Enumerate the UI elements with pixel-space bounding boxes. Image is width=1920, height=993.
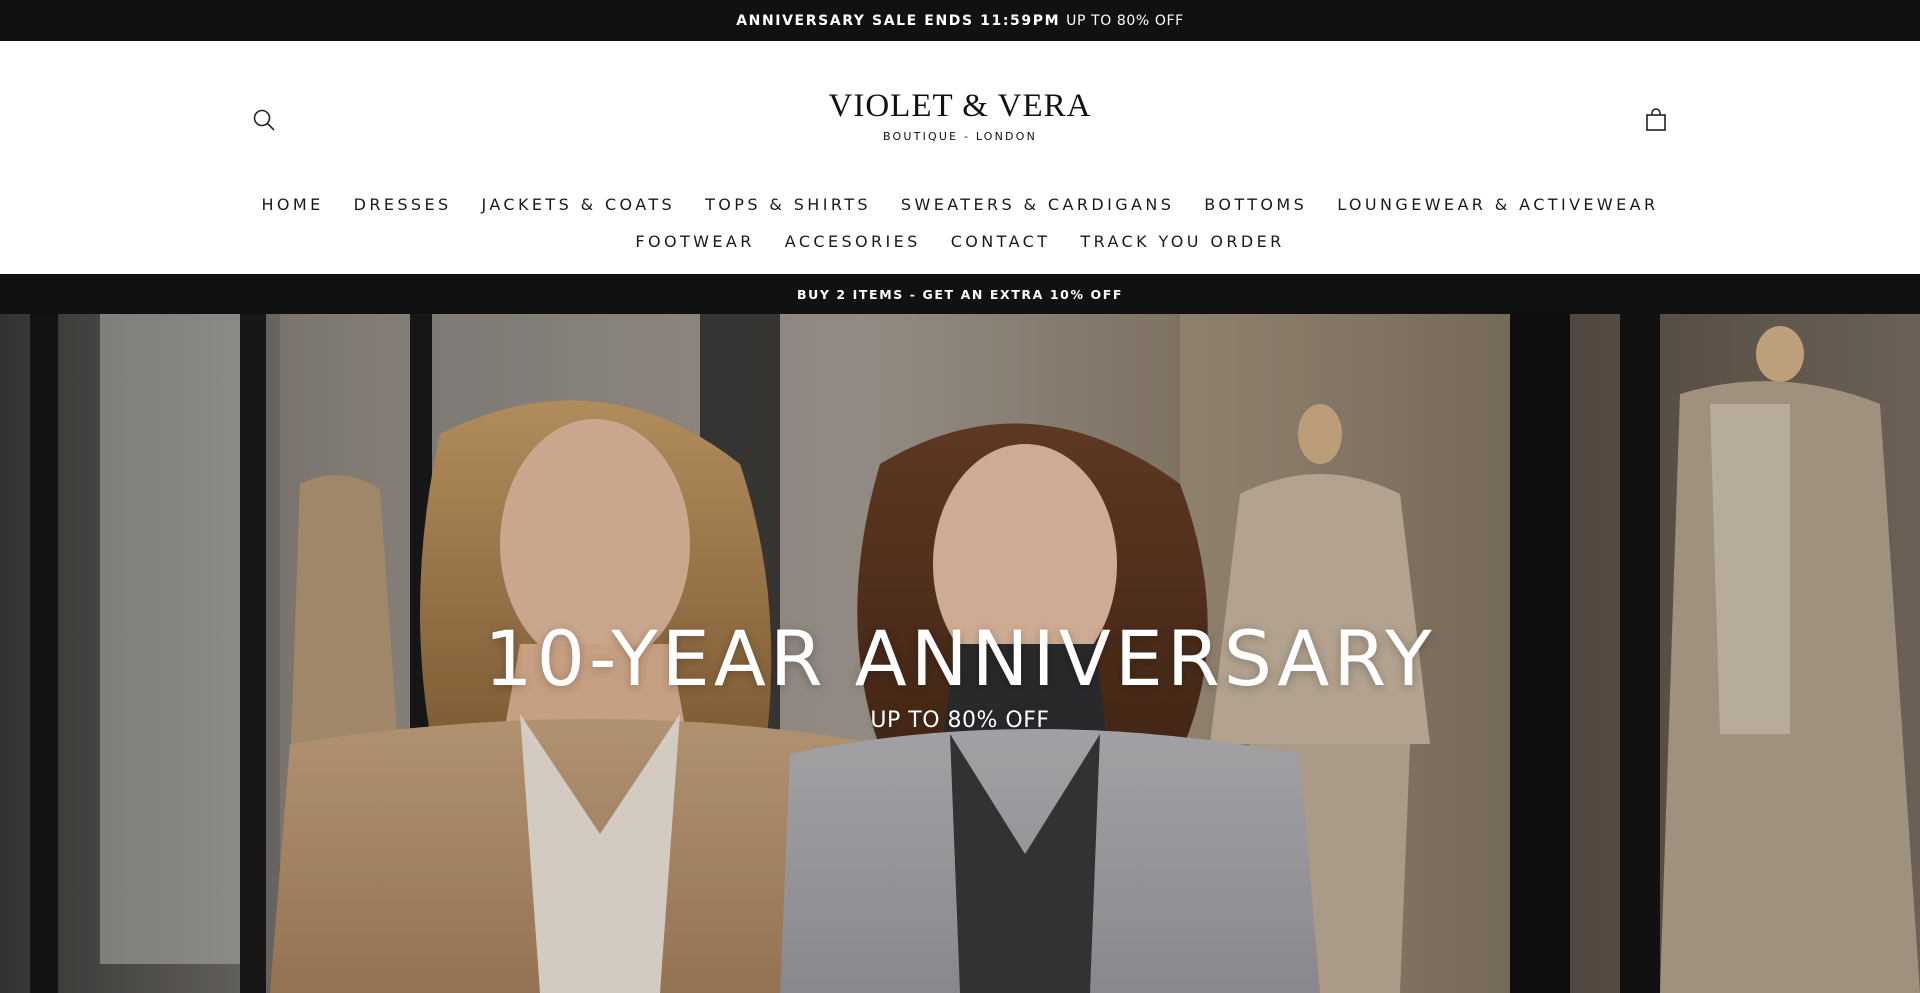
hero-banner[interactable]: 10-YEAR ANNIVERSARY UP TO 80% OFF [0,314,1920,993]
site-logo[interactable]: VIOLET & VERA BOUTIQUE - LONDON [760,87,1160,143]
nav-item-dresses[interactable]: DRESSES [354,195,452,214]
logo-title: VIOLET & VERA [828,88,1092,124]
shopping-bag-icon[interactable] [1639,103,1673,137]
nav-row-primary: HOME DRESSES JACKETS & COATS TOPS & SHIR… [0,186,1920,223]
hero-text-block: 10-YEAR ANNIVERSARY UP TO 80% OFF [0,614,1920,733]
nav-item-sweaters-cardigans[interactable]: SWEATERS & CARDIGANS [901,195,1174,214]
search-icon[interactable] [247,103,281,137]
nav-item-tops-shirts[interactable]: TOPS & SHIRTS [705,195,871,214]
promo-text: BUY 2 ITEMS - GET AN EXTRA 10% OFF [796,286,1124,302]
nav-item-bottoms[interactable]: BOTTOMS [1204,195,1307,214]
hero-title: 10-YEAR ANNIVERSARY [484,614,1436,703]
nav-item-contact[interactable]: CONTACT [951,232,1051,251]
main-navigation: HOME DRESSES JACKETS & COATS TOPS & SHIR… [0,186,1920,260]
site-header: VIOLET & VERA BOUTIQUE - LONDON HOME DRE… [0,41,1920,274]
logo-subtitle: BOUTIQUE - LONDON [882,130,1038,143]
announcement-light-text: UP TO 80% OFF [1066,12,1184,29]
announcement-bar: ANNIVERSARY SALE ENDS 11:59PM UP TO 80% … [0,0,1920,41]
hero-subtitle: UP TO 80% OFF [870,708,1050,733]
nav-item-home[interactable]: HOME [261,195,323,214]
nav-row-secondary: FOOTWEAR ACCESORIES CONTACT TRACK YOU OR… [0,223,1920,260]
promo-bar[interactable]: BUY 2 ITEMS - GET AN EXTRA 10% OFF [0,274,1920,314]
announcement-bold-text: ANNIVERSARY SALE ENDS 11:59PM [736,12,1061,29]
nav-item-track-order[interactable]: TRACK YOU ORDER [1080,232,1284,251]
nav-item-footwear[interactable]: FOOTWEAR [635,232,754,251]
nav-item-loungewear-activewear[interactable]: LOUNGEWEAR & ACTIVEWEAR [1337,195,1658,214]
nav-item-accesories[interactable]: ACCESORIES [785,232,921,251]
nav-item-jackets-coats[interactable]: JACKETS & COATS [482,195,676,214]
